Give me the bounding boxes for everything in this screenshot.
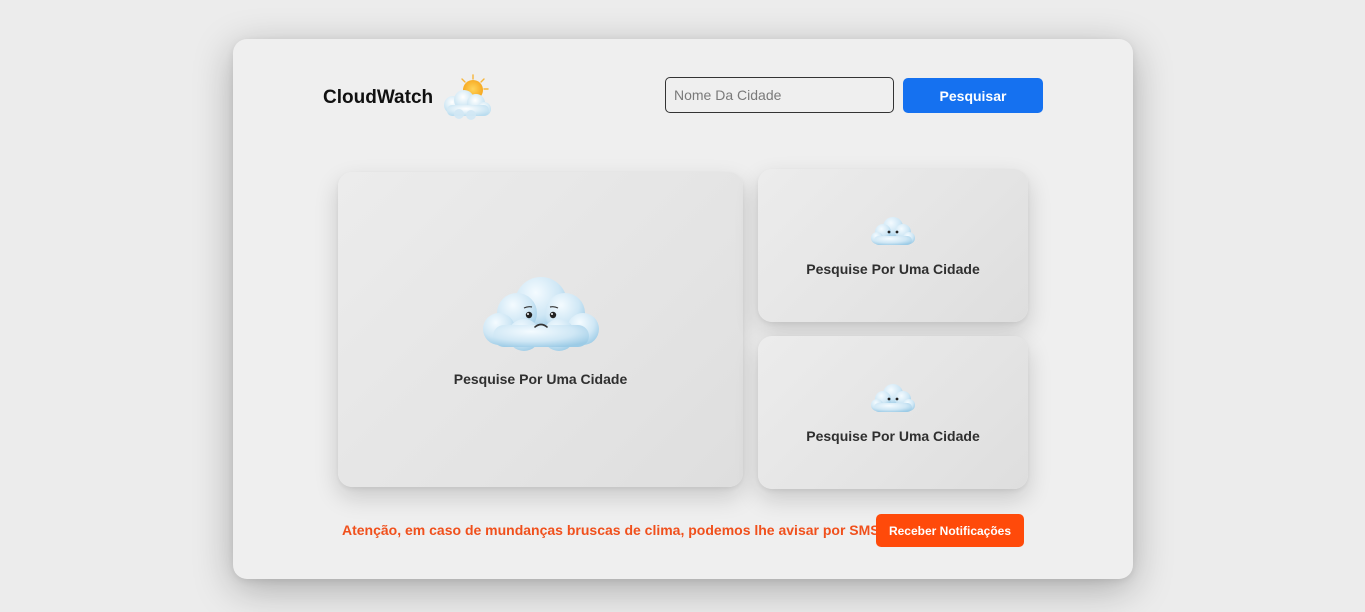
- sun-behind-cloud-icon: [444, 74, 492, 120]
- search-button[interactable]: Pesquisar: [903, 78, 1043, 113]
- weather-card-side: Pesquise Por Uma Cidade: [758, 336, 1028, 489]
- main-panel: CloudWatch Nome Da Cidade Pesquisar Pesq…: [233, 39, 1133, 579]
- card-label: Pesquise Por Uma Cidade: [453, 370, 628, 387]
- sad-cloud-icon: [871, 216, 915, 245]
- brand-title: CloudWatch: [323, 87, 434, 108]
- sad-cloud-icon: [482, 276, 599, 351]
- sms-alert-text: Atenção, em caso de mundanças bruscas de…: [342, 522, 880, 538]
- city-search-input[interactable]: [665, 77, 894, 113]
- brand: CloudWatch: [323, 73, 493, 123]
- receive-notifications-button[interactable]: Receber Notificações: [876, 514, 1024, 547]
- sad-cloud-icon: [871, 383, 915, 412]
- card-label: Pesquise Por Uma Cidade: [806, 427, 980, 444]
- weather-card-main: Pesquise Por Uma Cidade: [338, 172, 743, 487]
- card-label: Pesquise Por Uma Cidade: [806, 260, 980, 277]
- weather-card-side: Pesquise Por Uma Cidade: [758, 169, 1028, 322]
